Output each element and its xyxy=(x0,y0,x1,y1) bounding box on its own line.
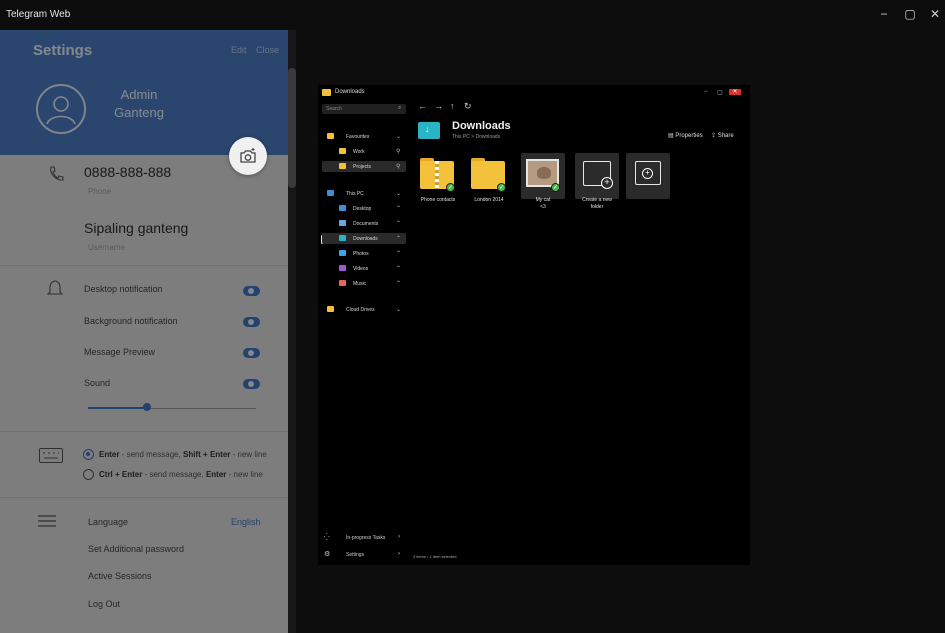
in-progress-tasks-link[interactable]: In-progress Tasks xyxy=(346,535,385,541)
forward-button[interactable]: → xyxy=(434,101,443,111)
chevron-right-icon: › xyxy=(398,551,400,557)
file-name: My cat <3 xyxy=(535,197,551,210)
chevron-down-icon: ⌄ xyxy=(396,307,402,313)
sidebar-item-this-pc[interactable]: This PC ⌄ xyxy=(322,188,406,199)
sync-check-icon: ✓ xyxy=(551,183,560,192)
folder-icon xyxy=(322,89,331,96)
chevron-up-icon: ⌃ xyxy=(396,206,402,212)
maximize-button[interactable]: ▢ xyxy=(903,7,917,21)
computer-icon xyxy=(327,190,334,196)
cloud-folder-icon xyxy=(327,306,334,312)
sidebar-item-desktop[interactable]: Desktop ⌃ xyxy=(322,203,406,214)
share-button[interactable]: ⇪ Share xyxy=(711,132,734,139)
search-input[interactable]: Search ⌕ xyxy=(322,104,406,114)
properties-button[interactable]: ▤ Properties xyxy=(668,132,703,139)
status-bar: 3 items • 1 item selected xyxy=(413,554,457,559)
file-name: Create a new folder xyxy=(582,197,612,210)
folder-icon xyxy=(339,148,346,154)
app-titlebar: Telegram Web − ▢ ✕ xyxy=(0,0,945,30)
new-folder-alt-button[interactable]: + xyxy=(626,153,670,199)
photos-icon xyxy=(339,250,346,256)
sidebar-item-projects[interactable]: Projects ⚲ xyxy=(322,161,406,172)
file-item-phone-contacts[interactable]: ✓ Phone contacts xyxy=(416,153,460,203)
modal-overlay[interactable] xyxy=(0,30,288,633)
sidebar-item-videos[interactable]: Videos ⌃ xyxy=(322,263,406,274)
spinner-icon: ⁛ xyxy=(324,534,330,541)
explorer-maximize-button[interactable]: ▢ xyxy=(717,89,723,96)
file-name: London 2014 xyxy=(474,197,504,203)
share-icon: ⇪ xyxy=(711,133,718,139)
chevron-up-icon: ⌃ xyxy=(396,251,402,257)
chevron-up-icon: ⌃ xyxy=(396,281,402,287)
gear-icon: ⚙ xyxy=(324,551,331,558)
sidebar-item-music[interactable]: Music ⌃ xyxy=(322,278,406,289)
sidebar-item-favourites[interactable]: Favourites ⌄ xyxy=(322,131,406,142)
explorer-settings-link[interactable]: Settings xyxy=(346,552,364,558)
back-button[interactable]: ← xyxy=(418,101,427,111)
folder-icon xyxy=(339,163,346,169)
file-item-my-cat[interactable]: ✓ My cat <3 xyxy=(521,153,565,210)
explorer-close-button[interactable]: ✕ xyxy=(729,89,741,95)
settings-scrollbar-thumb[interactable] xyxy=(288,68,296,188)
sidebar-item-photos[interactable]: Photos ⌃ xyxy=(322,248,406,259)
folder-icon xyxy=(327,133,334,139)
sidebar-item-cloud-drives[interactable]: Cloud Drives ⌄ xyxy=(322,304,406,315)
app-title: Telegram Web xyxy=(6,9,71,20)
chevron-right-icon: › xyxy=(398,534,400,540)
location-title: Downloads xyxy=(452,120,511,132)
breadcrumb[interactable]: This PC > Downloads xyxy=(452,134,500,140)
create-new-folder-button[interactable]: + Create a new folder xyxy=(575,153,619,210)
minimize-button[interactable]: − xyxy=(877,7,891,21)
sidebar-item-documents[interactable]: Documents ⌃ xyxy=(322,218,406,229)
desktop-icon xyxy=(339,205,346,211)
sidebar-item-downloads[interactable]: Downloads ⌃ xyxy=(322,233,406,244)
close-window-button[interactable]: ✕ xyxy=(928,7,942,21)
explorer-title: Downloads xyxy=(335,89,365,95)
camera-icon xyxy=(240,148,256,163)
search-icon: ⌕ xyxy=(398,105,402,111)
sidebar-item-work[interactable]: Work ⚲ xyxy=(322,146,406,157)
chevron-down-icon: ⌄ xyxy=(396,134,402,140)
downloads-folder-icon xyxy=(418,122,440,139)
music-icon xyxy=(339,280,346,286)
refresh-button[interactable]: ↻ xyxy=(464,101,472,112)
sync-check-icon: ✓ xyxy=(446,183,455,192)
pin-icon[interactable]: ⚲ xyxy=(396,148,400,155)
chevron-up-icon: ⌃ xyxy=(396,236,402,242)
chevron-up-icon: ⌃ xyxy=(396,221,402,227)
pin-icon[interactable]: ⚲ xyxy=(396,163,400,170)
plus-icon: + xyxy=(642,168,653,179)
up-button[interactable]: ↑ xyxy=(450,101,455,111)
file-item-london-2014[interactable]: ✓ London 2014 xyxy=(467,153,511,203)
documents-icon xyxy=(339,220,346,226)
plus-icon: + xyxy=(601,177,613,189)
sync-check-icon: ✓ xyxy=(497,183,506,192)
chevron-up-icon: ⌃ xyxy=(396,266,402,272)
downloads-icon xyxy=(339,235,346,241)
change-photo-button[interactable] xyxy=(229,137,267,175)
file-explorer-window: Downloads − ▢ ✕ Search ⌕ ← → ↑ ↻ Favouri… xyxy=(318,85,750,565)
search-placeholder: Search xyxy=(326,106,342,112)
chevron-down-icon: ⌄ xyxy=(396,191,402,197)
settings-panel: Settings Edit Close Admin Ganteng 0888-8… xyxy=(0,30,288,633)
file-name: Phone contacts xyxy=(420,197,456,203)
videos-icon xyxy=(339,265,346,271)
explorer-minimize-button[interactable]: − xyxy=(704,89,708,95)
